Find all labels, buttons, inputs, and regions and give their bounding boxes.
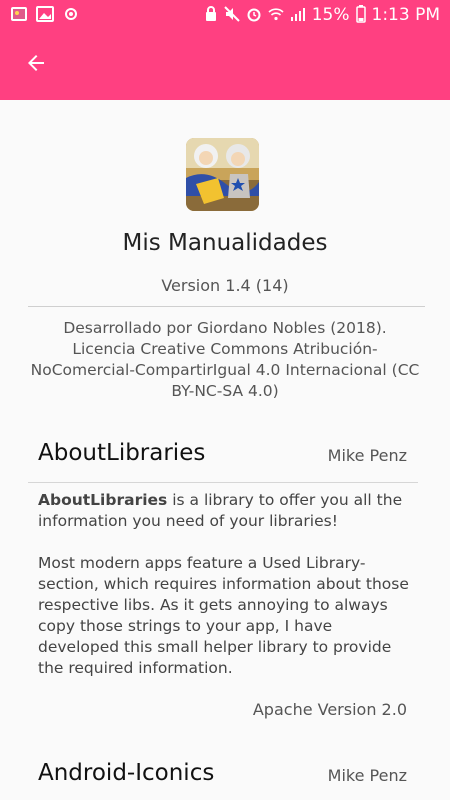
library-author[interactable]: Mike Penz (328, 446, 407, 465)
app-name: Mis Manualidades (122, 230, 328, 256)
app-bar (0, 30, 450, 100)
wifi-icon (268, 7, 284, 24)
library-author[interactable]: Mike Penz (328, 766, 407, 785)
library-title[interactable]: AboutLibraries (38, 440, 205, 466)
status-right-icons: 15% 1:13 PM (204, 4, 441, 26)
divider (28, 306, 425, 307)
status-left-icons (10, 5, 80, 25)
library-desc-bold: AboutLibraries (38, 491, 168, 509)
alarm-icon (246, 6, 262, 25)
library-title[interactable]: Android-Iconics (38, 760, 214, 786)
app-icon (186, 138, 259, 211)
alarm-lock-icon (204, 5, 218, 25)
status-bar: 15% 1:13 PM (0, 0, 450, 30)
library-license[interactable]: Apache Version 2.0 (253, 700, 407, 719)
library-card[interactable]: AboutLibraries Mike Penz AboutLibraries … (0, 440, 450, 740)
about-content[interactable]: Mis Manualidades Version 1.4 (14) Desarr… (0, 100, 450, 800)
status-time: 1:13 PM (371, 5, 441, 25)
image-icon (36, 5, 54, 25)
battery-percent: 15% (311, 5, 350, 25)
signal-icon (290, 7, 306, 24)
app-version: Version 1.4 (14) (161, 276, 289, 295)
gallery-icon (10, 6, 28, 25)
settings-notification-icon (62, 6, 80, 25)
library-card[interactable]: Android-Iconics Mike Penz (0, 760, 450, 800)
library-description: AboutLibraries is a library to offer you… (38, 490, 413, 679)
library-divider (28, 482, 418, 483)
mute-icon (223, 5, 240, 25)
back-button[interactable] (8, 37, 64, 93)
battery-icon (355, 4, 366, 26)
arrow-left-icon (24, 51, 48, 79)
app-description: Desarrollado por Giordano Nobles (2018).… (30, 319, 420, 400)
library-desc-text: is a library to offer you all the inform… (38, 491, 409, 677)
